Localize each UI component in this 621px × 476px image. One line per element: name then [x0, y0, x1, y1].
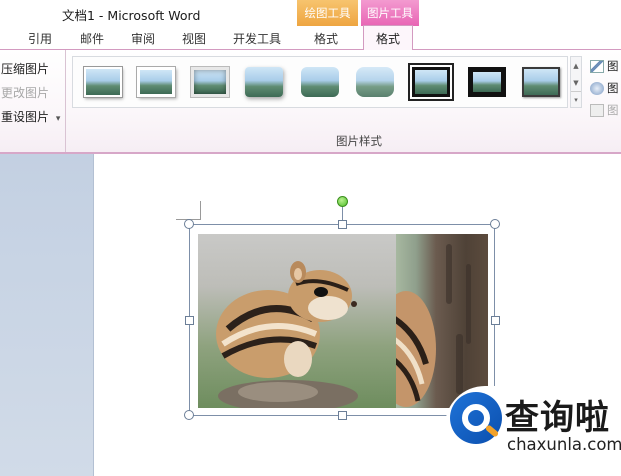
adjust-group: 压缩图片 更改图片 重设图片 ▾ [0, 50, 66, 152]
tab-format-drawing[interactable]: 格式 [314, 30, 338, 47]
pencil-icon [590, 59, 604, 73]
resize-handle-right[interactable] [491, 316, 500, 325]
reset-picture-button[interactable]: 重设图片 ▾ [1, 108, 60, 125]
tab-mailings[interactable]: 邮件 [80, 30, 104, 47]
picture-layout-label: 图 [607, 103, 619, 117]
reset-picture-label: 重设图片 [1, 110, 50, 124]
resize-handle-top[interactable] [338, 220, 347, 229]
document-background [0, 154, 94, 476]
resize-handle-top-left[interactable] [184, 219, 194, 229]
picture-layout-button[interactable]: 图 [590, 101, 621, 119]
ribbon-tab-row: 引用 邮件 审阅 视图 开发工具 格式 格式 [0, 25, 621, 51]
picture-style-thumbnail[interactable] [84, 67, 122, 97]
ribbon: 压缩图片 更改图片 重设图片 ▾ ▲ ▼ ▾ 图片样式 图 图 图 [0, 50, 621, 154]
tab-format-picture[interactable]: 格式 [363, 25, 414, 51]
window-title: 文档1 - Microsoft Word [62, 8, 201, 23]
resize-handle-left[interactable] [185, 316, 194, 325]
tab-view[interactable]: 视图 [182, 30, 206, 47]
gallery-scroll-up-icon[interactable]: ▲ [571, 57, 581, 74]
gallery-more-icon[interactable]: ▾ [571, 91, 581, 108]
watermark-brand-en: chaxunla.com [507, 435, 621, 454]
watermark-brand-cn: 查询啦 [505, 398, 610, 438]
rotation-handle[interactable] [337, 196, 348, 207]
picture-style-thumbnail[interactable] [301, 67, 339, 97]
gallery-scroll: ▲ ▼ ▾ [570, 56, 582, 108]
picture-border-button[interactable]: 图 [590, 57, 621, 75]
context-tab-picture-tools[interactable]: 图片工具 [361, 0, 419, 26]
layout-icon [590, 103, 604, 117]
gallery-scroll-down-icon[interactable]: ▼ [571, 74, 581, 91]
effects-icon [590, 81, 604, 95]
picture-style-thumbnail[interactable] [468, 67, 506, 97]
picture-style-thumbnail[interactable] [522, 67, 560, 97]
picture-style-thumbnail[interactable] [245, 67, 283, 97]
tab-review[interactable]: 审阅 [131, 30, 155, 47]
picture-effects-label: 图 [607, 81, 619, 95]
resize-handle-top-right[interactable] [490, 219, 500, 229]
picture-style-thumbnail[interactable] [356, 67, 394, 97]
context-tab-drawing-tools[interactable]: 绘图工具 [297, 0, 358, 26]
picture-styles-gallery [72, 56, 568, 108]
resize-handle-bottom-left[interactable] [184, 410, 194, 420]
dropdown-arrow-icon: ▾ [55, 114, 61, 124]
picture-style-thumbnail[interactable] [408, 63, 454, 101]
picture-border-label: 图 [607, 59, 619, 73]
compress-pictures-button[interactable]: 压缩图片 [1, 60, 49, 77]
tab-developer[interactable]: 开发工具 [233, 30, 281, 47]
picture-selection-frame [189, 224, 495, 416]
picture-style-thumbnail[interactable] [191, 67, 229, 97]
resize-handle-bottom[interactable] [338, 411, 347, 420]
picture-style-thumbnail[interactable] [137, 67, 175, 97]
tab-references[interactable]: 引用 [28, 30, 52, 47]
picture-effects-button[interactable]: 图 [590, 79, 621, 97]
change-picture-button[interactable]: 更改图片 [1, 84, 49, 101]
picture-styles-group-label: 图片样式 [336, 134, 382, 148]
margin-crop-mark [200, 201, 201, 220]
